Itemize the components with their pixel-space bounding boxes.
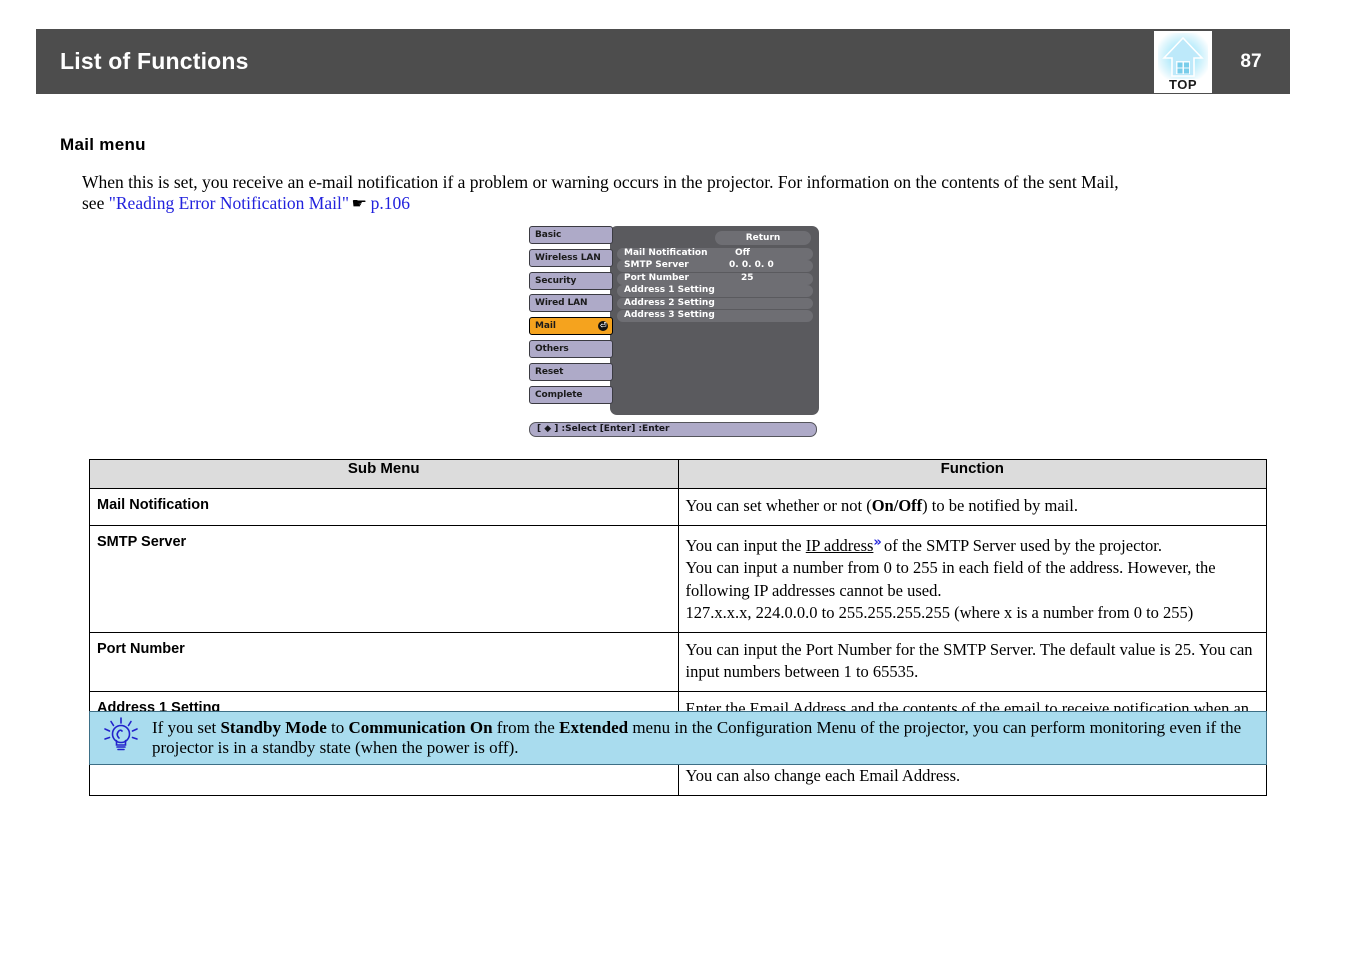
pointer-hand-icon: ☛ — [351, 196, 368, 212]
column-header-function: Function — [677, 459, 1267, 489]
tip-bold-standby-mode: Standby Mode — [220, 717, 327, 737]
page-header-bar: List of Functions TOP 87 — [36, 29, 1290, 94]
tip-text-d: menu in the Configuration Menu of the pr… — [628, 717, 1242, 737]
cell-function: You can set whether or not (On/Off) to b… — [677, 488, 1267, 526]
tip-line-1: If you set Standby Mode to Communication… — [152, 718, 1254, 739]
osd-tab-complete[interactable]: Complete — [529, 385, 613, 404]
osd-tab-label: Reset — [535, 366, 564, 377]
osd-tab-others[interactable]: Others — [529, 339, 613, 358]
osd-tab-label: Complete — [535, 389, 583, 400]
table-row: Mail Notification You can set whether or… — [89, 488, 1267, 526]
tip-bold-extended: Extended — [559, 717, 629, 737]
cell-sub-menu: SMTP Server — [89, 524, 679, 633]
text-pre: You can input the — [685, 535, 806, 555]
tip-text-c: from the — [492, 717, 560, 737]
intro-paragraph: When this is set, you receive an e-mail … — [82, 172, 1259, 215]
text-pre: You can set whether or not ( — [685, 496, 872, 515]
tip-text-a: If you set — [152, 717, 221, 737]
osd-row-smtp-server[interactable]: SMTP Server 0. 0. 0. 0 — [617, 260, 813, 273]
osd-tab-label: Others — [535, 343, 569, 354]
osd-content-panel: Return Mail Notification Off SMTP Server… — [610, 226, 819, 415]
osd-row-address-2-setting[interactable]: Address 2 Setting — [617, 297, 813, 310]
tip-callout-box: If you set Standby Mode to Communication… — [89, 711, 1267, 765]
top-home-icon[interactable]: TOP — [1154, 30, 1212, 93]
osd-row-port-number[interactable]: Port Number 25 — [617, 272, 813, 285]
intro-line-2: see "Reading Error Notification Mail" ☛ p.… — [82, 193, 1259, 216]
top-icon-label: TOP — [1169, 76, 1197, 92]
osd-label: Port Number — [624, 272, 689, 283]
osd-body: Return Mail Notification Off SMTP Server… — [529, 226, 819, 415]
projector-osd-screenshot: Return Mail Notification Off SMTP Server… — [529, 226, 819, 441]
osd-value: 0. 0. 0. 0 — [729, 260, 774, 271]
tip-line-2: projector is in a standby state (when th… — [152, 738, 519, 757]
page-title: List of Functions — [60, 48, 249, 74]
cell-sub-menu: Mail Notification — [89, 488, 679, 526]
osd-tab-basic[interactable]: Basic — [529, 226, 613, 244]
enter-icon: ⏎ — [598, 321, 608, 332]
function-line: You can set whether or not (On/Off) to b… — [686, 495, 1261, 518]
tip-icon-wrapper — [90, 716, 152, 761]
intro-line-1: When this is set, you receive an e-mail … — [82, 172, 1119, 192]
osd-label: SMTP Server — [624, 260, 689, 271]
text-bold: On/Off — [871, 496, 923, 515]
function-line: You can input the Port Number for the SM… — [685, 639, 1253, 682]
tip-text: If you set Standby Mode to Communication… — [152, 718, 1266, 759]
function-line: You can input a number from 0 to 255 in … — [685, 558, 1216, 600]
header-right-group: TOP 87 — [1154, 29, 1290, 94]
osd-status-bar: [ ◆ ] :Select [Enter] :Enter — [529, 422, 817, 437]
reading-error-notification-mail-link[interactable]: "Reading Error Notification Mail" — [109, 193, 349, 213]
cell-function: You can input the IP address» of the SMT… — [677, 524, 1267, 633]
lightbulb-icon — [104, 716, 138, 750]
osd-tab-label: Basic — [535, 230, 562, 240]
osd-tab-label: Wired LAN — [535, 298, 588, 309]
intro-see-label: see — [82, 192, 109, 213]
page-number: 87 — [1240, 50, 1262, 72]
section-heading: Mail menu — [60, 135, 146, 154]
osd-label: Address 1 Setting — [624, 285, 715, 296]
osd-value: 25 — [741, 272, 754, 283]
osd-tab-wired-lan[interactable]: Wired LAN — [529, 294, 613, 313]
cell-sub-menu: Port Number — [89, 631, 679, 692]
osd-row-mail-notification[interactable]: Mail Notification Off — [617, 248, 813, 260]
osd-tab-label: Mail — [535, 321, 556, 332]
function-line: You can input the IP address» of the SMT… — [686, 532, 1261, 558]
text-post: ) to be notified by mail. — [922, 496, 1078, 515]
text-post: of the SMTP Server used by the projector… — [879, 535, 1162, 555]
osd-row-address-1-setting[interactable]: Address 1 Setting — [617, 285, 813, 297]
osd-item-list: Mail Notification Off SMTP Server 0. 0. … — [617, 248, 813, 322]
tip-text-b: to — [326, 717, 349, 737]
osd-tab-security[interactable]: Security — [529, 271, 613, 290]
osd-tab-wireless-lan[interactable]: Wireless LAN — [529, 248, 613, 267]
column-header-sub-menu: Sub Menu — [89, 459, 679, 489]
osd-row-address-3-setting[interactable]: Address 3 Setting — [617, 309, 813, 322]
tip-bold-communication-on: Communication On — [348, 717, 493, 737]
osd-sidebar: Basic Wireless LAN Security Wired LAN Ma… — [529, 226, 613, 408]
osd-tab-label: Security — [535, 275, 577, 286]
osd-label: Mail Notification — [624, 248, 708, 258]
osd-label: Address 3 Setting — [624, 309, 715, 320]
cell-function: You can input the Port Number for the SM… — [677, 631, 1267, 692]
osd-value: Off — [735, 248, 750, 258]
osd-tab-mail[interactable]: Mail ⏎ — [529, 317, 613, 336]
osd-label: Address 2 Setting — [624, 297, 715, 308]
function-line: 127.x.x.x, 224.0.0.0 to 255.255.255.255 … — [685, 603, 1194, 622]
table-row: SMTP Server You can input the IP address… — [89, 524, 1267, 633]
osd-return-button[interactable]: Return — [715, 231, 811, 245]
table-row: Port Number You can input the Port Numbe… — [89, 631, 1267, 692]
table-header-row: Sub Menu Function — [89, 459, 1267, 489]
osd-tab-label: Wireless LAN — [535, 252, 601, 263]
osd-tab-reset[interactable]: Reset — [529, 362, 613, 381]
ip-address-glossary-link[interactable]: IP address — [806, 536, 874, 555]
page-reference-link[interactable]: p.106 — [371, 193, 410, 213]
